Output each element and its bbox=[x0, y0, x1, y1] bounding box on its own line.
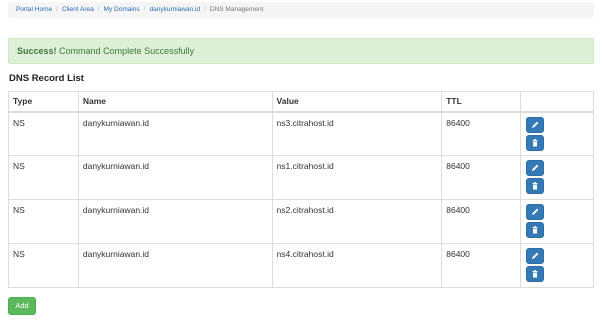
delete-button[interactable] bbox=[526, 222, 545, 238]
pencil-icon bbox=[527, 118, 543, 132]
pencil-icon bbox=[527, 249, 543, 263]
cell-name: danykurniawan.id bbox=[77, 111, 273, 156]
breadcrumb-current: DNS Management bbox=[209, 6, 264, 13]
cell-actions bbox=[520, 155, 594, 200]
trash-icon bbox=[527, 136, 543, 150]
header-ttl: TTL bbox=[441, 91, 522, 113]
breadcrumb-client-area[interactable]: Client Area bbox=[62, 6, 94, 13]
cell-value: ns4.citrahost.id bbox=[271, 243, 443, 288]
cell-ttl: 86400 bbox=[441, 199, 522, 244]
cell-ttl: 86400 bbox=[441, 111, 522, 156]
cell-value: ns3.citrahost.id bbox=[271, 111, 443, 156]
breadcrumb-domain[interactable]: danykurniawan.id bbox=[149, 6, 200, 13]
cell-type: NS bbox=[8, 199, 79, 244]
cell-type: NS bbox=[8, 243, 79, 288]
header-type: Type bbox=[8, 91, 79, 113]
edit-button[interactable] bbox=[526, 160, 545, 176]
add-record-button[interactable]: Add bbox=[8, 297, 36, 315]
dns-record-table: Type Name Value TTL NS danykurniawan.id ns… bbox=[8, 91, 594, 288]
cell-name: danykurniawan.id bbox=[77, 155, 273, 200]
breadcrumb-separator: / bbox=[56, 6, 58, 13]
pencil-icon bbox=[527, 161, 543, 175]
cell-value: ns2.citrahost.id bbox=[271, 199, 443, 244]
cell-actions bbox=[520, 243, 594, 288]
table-header-row: Type Name Value TTL bbox=[8, 91, 594, 113]
breadcrumb-separator: / bbox=[97, 6, 100, 13]
header-value: Value bbox=[271, 91, 443, 113]
cell-ttl: 86400 bbox=[441, 243, 522, 288]
pencil-icon bbox=[527, 205, 543, 219]
edit-button[interactable] bbox=[526, 248, 545, 264]
cell-name: danykurniawan.id bbox=[77, 199, 273, 244]
cell-ttl: 86400 bbox=[441, 155, 522, 200]
alert-strong: Success! bbox=[17, 46, 57, 56]
section-title: DNS Record List bbox=[9, 73, 84, 84]
edit-button[interactable] bbox=[526, 204, 545, 220]
alert-message: Command Complete Successfully bbox=[59, 46, 195, 56]
table-row: NS danykurniawan.id ns2.citrahost.id 86400 bbox=[8, 199, 594, 244]
table-row: NS danykurniawan.id ns4.citrahost.id 86400 bbox=[8, 243, 594, 288]
breadcrumb-separator: / bbox=[143, 6, 146, 13]
breadcrumb: Portal Home / Client Area / My Domains / danyk… bbox=[8, 2, 594, 18]
delete-button[interactable] bbox=[526, 266, 545, 282]
cell-actions bbox=[520, 111, 594, 156]
delete-button[interactable] bbox=[526, 178, 545, 194]
trash-icon bbox=[527, 267, 543, 281]
cell-type: NS bbox=[8, 111, 79, 156]
success-alert: Success! Command Complete Successfully bbox=[8, 38, 594, 64]
breadcrumb-my-domains[interactable]: My Domains bbox=[104, 6, 140, 13]
header-name: Name bbox=[77, 91, 273, 113]
breadcrumb-portal-home[interactable]: Portal Home bbox=[16, 6, 52, 13]
cell-actions bbox=[520, 199, 594, 244]
table-row: NS danykurniawan.id ns1.citrahost.id 86400 bbox=[8, 155, 594, 200]
cell-type: NS bbox=[8, 155, 79, 200]
delete-button[interactable] bbox=[526, 134, 545, 151]
edit-button[interactable] bbox=[526, 116, 545, 133]
cell-value: ns1.citrahost.id bbox=[271, 155, 443, 200]
header-actions bbox=[520, 91, 594, 113]
table-row: NS danykurniawan.id ns3.citrahost.id 86400 bbox=[8, 111, 594, 156]
trash-icon bbox=[527, 223, 543, 237]
cell-name: danykurniawan.id bbox=[77, 243, 273, 288]
trash-icon bbox=[527, 179, 543, 193]
breadcrumb-separator: / bbox=[204, 6, 206, 13]
